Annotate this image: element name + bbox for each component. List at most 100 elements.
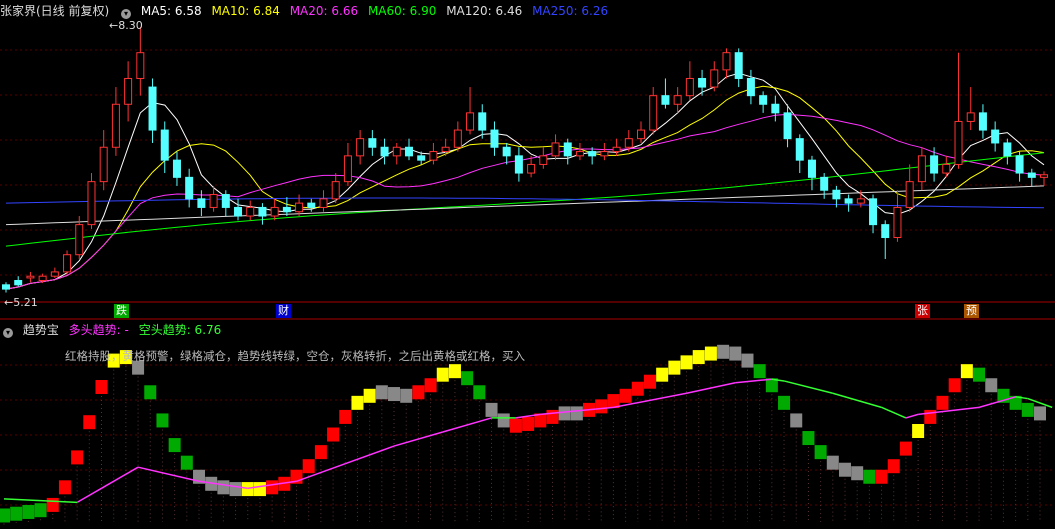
ma250-label: MA250: 6.26: [532, 4, 609, 18]
indicator-cell: [424, 378, 437, 393]
candle-body: [63, 254, 72, 273]
trend-line: [881, 406, 907, 419]
indicator-cell: [619, 388, 632, 403]
indicator-cell: [34, 503, 47, 518]
indicator-cell: [58, 480, 71, 495]
indicator-cell: [229, 482, 242, 497]
candle-body: [319, 198, 328, 208]
candle-body: [111, 103, 120, 148]
indicator-cell: [680, 355, 693, 370]
indicator-cell: [717, 344, 730, 359]
indicator-cell: [741, 353, 754, 368]
candle-body: [234, 206, 243, 217]
candle-body: [624, 138, 633, 148]
indicator-cell: [570, 406, 583, 421]
candle-body: [356, 138, 365, 157]
ma5-line: [5, 72, 1045, 290]
candle-body: [466, 112, 475, 131]
candle-body: [502, 146, 511, 157]
indicator-title: 趋势宝: [22, 323, 59, 337]
candle-body: [1015, 155, 1024, 174]
badge-cai[interactable]: 财: [276, 304, 291, 318]
candle-body: [453, 129, 462, 148]
candle-body: [392, 146, 401, 157]
ma10-label: MA10: 6.84: [211, 4, 280, 18]
candle-body: [209, 194, 218, 208]
indicator-cell: [973, 367, 986, 382]
indicator-cell: [217, 480, 230, 495]
indicator-cell: [266, 480, 279, 495]
ma5-label: MA5: 6.58: [140, 4, 202, 18]
ma120-label: MA120: 6.46: [446, 4, 523, 18]
candle-body: [148, 86, 157, 131]
candle-body: [441, 146, 450, 153]
trend-line: [3, 498, 78, 504]
indicator-cell: [156, 413, 169, 428]
indicator-cell: [22, 504, 35, 519]
collapse-icon[interactable]: ▾: [3, 328, 13, 338]
candle-body: [197, 198, 206, 208]
indicator-cell: [314, 445, 327, 460]
indicator-cell: [461, 371, 474, 386]
indicator-cell: [46, 497, 59, 512]
indicator-cell: [302, 459, 315, 474]
candle-body: [417, 155, 426, 161]
indicator-cell: [826, 455, 839, 470]
candle-body: [99, 146, 108, 183]
candle-body: [172, 159, 181, 178]
indicator-cell: [83, 415, 96, 430]
candle-body: [710, 69, 719, 88]
indicator-cell: [168, 438, 181, 453]
candle-body: [404, 146, 413, 157]
candle-body: [551, 142, 560, 157]
indicator-cell: [704, 346, 717, 361]
candle-body: [832, 189, 841, 200]
candle-body: [722, 52, 731, 71]
candle-body: [795, 138, 804, 161]
candle-body: [38, 275, 47, 282]
indicator-note: 红格持股，黄格预警，绿格减仓，趋势线转绿，空仓，灰格转折，之后出黄格或红格，买入: [65, 349, 525, 363]
candle-body: [1003, 142, 1012, 157]
candle-body: [575, 151, 584, 157]
indicator-cell: [802, 431, 815, 446]
candle-body: [734, 52, 743, 79]
candle-body: [50, 271, 59, 277]
candle-body: [869, 198, 878, 226]
candle-body: [221, 194, 230, 208]
candle-body: [14, 280, 23, 286]
candle-body: [490, 129, 499, 148]
candle-body: [600, 151, 609, 157]
candle-body: [881, 224, 890, 239]
ma10-line: [5, 85, 1045, 290]
candle-body: [930, 155, 939, 174]
badge-yu[interactable]: 预: [964, 304, 979, 318]
indicator-cell: [363, 388, 376, 403]
indicator-cell: [351, 395, 364, 410]
candle-body: [429, 151, 438, 161]
candle-body: [844, 198, 853, 204]
collapse-icon[interactable]: ▾: [121, 9, 132, 19]
candle-body: [185, 176, 194, 200]
candle-body: [368, 138, 377, 148]
indicator-cell: [485, 402, 498, 417]
candle-body: [759, 95, 768, 105]
badge-zhang[interactable]: 张: [915, 304, 930, 318]
indicator-cell: [863, 469, 876, 484]
badge-die[interactable]: 跌: [114, 304, 129, 318]
candle-body: [856, 198, 865, 204]
indicator-cell: [388, 387, 401, 402]
candle-body: [478, 112, 487, 131]
candle-body: [563, 142, 572, 157]
candle-body: [685, 77, 694, 97]
indicator-cell: [1021, 402, 1034, 417]
indicator-cell: [631, 381, 644, 396]
indicator-cell: [180, 455, 193, 470]
indicator-cell: [546, 409, 559, 424]
candle-body: [991, 129, 1000, 144]
indicator-cell: [643, 374, 656, 389]
indicator-cell: [814, 445, 827, 460]
candle-body: [698, 77, 707, 88]
candle-body: [942, 163, 951, 174]
indicator-cell: [936, 395, 949, 410]
indicator-cell: [875, 469, 888, 484]
